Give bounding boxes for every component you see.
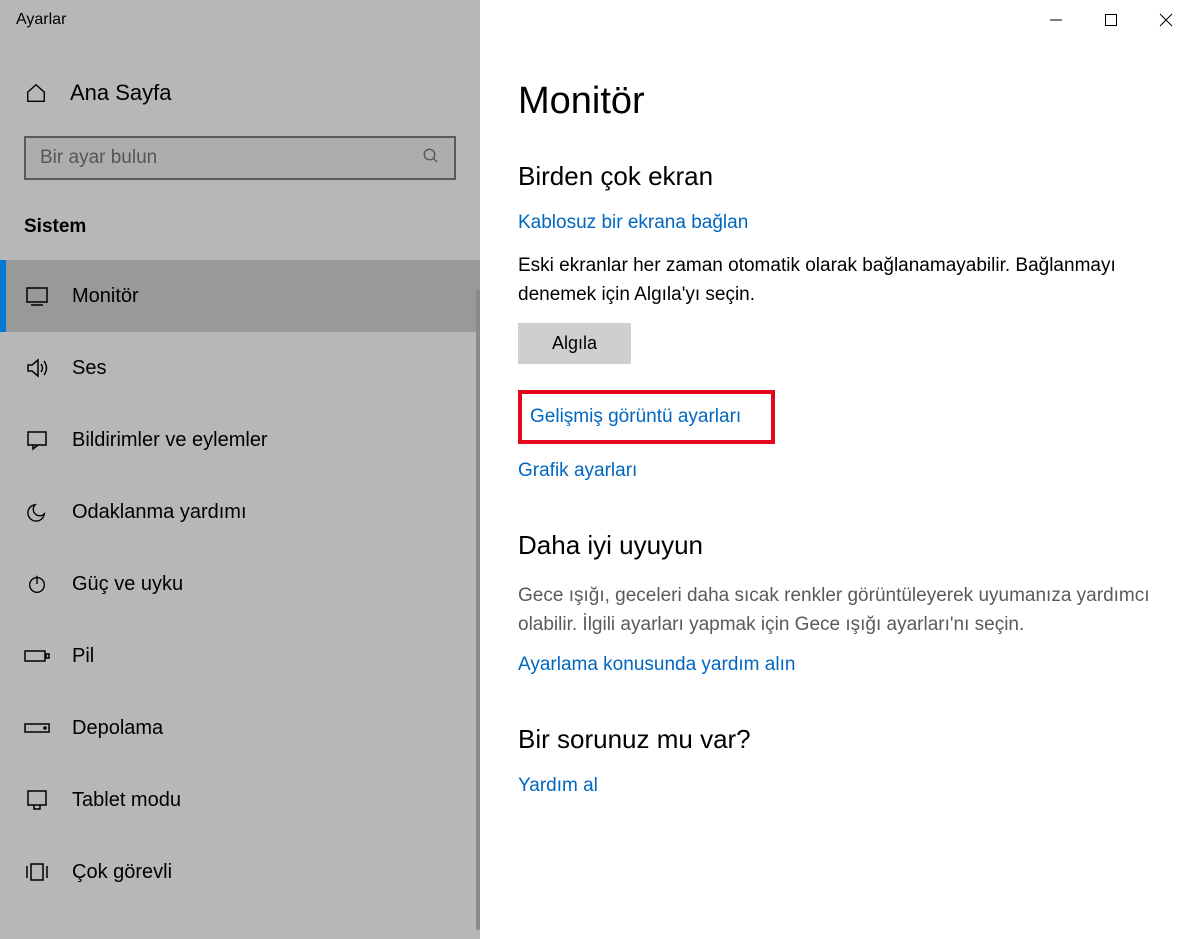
sidebar-item-label: Monitör [72,285,139,308]
search-input[interactable]: Bir ayar bulun [24,136,456,180]
sidebar-item-label: Pil [72,645,94,668]
moon-icon [24,499,50,525]
monitor-icon [24,283,50,309]
sleep-help-link[interactable]: Ayarlama konusunda yardım alın [518,654,795,676]
maximize-icon [1104,13,1118,27]
wireless-display-link[interactable]: Kablosuz bir ekrana bağlan [518,212,748,234]
window-controls [1028,0,1193,40]
minimize-icon [1049,13,1063,27]
titlebar: Ayarlar [0,0,1193,40]
settings-window: Ayarlar Ana Sayfa Bir ayar bulun [0,0,1193,939]
sidebar-item-label: Odaklanma yardımı [72,501,247,524]
sidebar-item-label: Tablet modu [72,789,181,812]
sidebar-item-focus-assist[interactable]: Odaklanma yardımı [0,476,480,548]
sidebar-item-notifications[interactable]: Bildirimler ve eylemler [0,404,480,476]
sound-icon [24,355,50,381]
minimize-button[interactable] [1028,0,1083,40]
sleep-better-text: Gece ışığı, geceleri daha sıcak renkler … [518,581,1163,640]
sidebar-item-power[interactable]: Güç ve uyku [0,548,480,620]
sidebar-item-label: Çok görevli [72,861,172,884]
power-icon [24,571,50,597]
section-label: Sistem [0,200,480,260]
content-area: Ana Sayfa Bir ayar bulun Sistem Monitör [0,40,1193,939]
sidebar-item-label: Ses [72,357,106,380]
section-heading-question: Bir sorunuz mu var? [518,724,1163,755]
tablet-icon [24,787,50,813]
sidebar-item-multitask[interactable]: Çok görevli [0,836,480,908]
close-button[interactable] [1138,0,1193,40]
section-heading-sleep-better: Daha iyi uyuyun [518,530,1163,561]
sidebar-item-battery[interactable]: Pil [0,620,480,692]
sidebar-item-label: Güç ve uyku [72,573,183,596]
maximize-button[interactable] [1083,0,1138,40]
main-panel: Monitör Birden çok ekran Kablosuz bir ek… [480,40,1193,939]
storage-icon [24,715,50,741]
sidebar-item-monitor[interactable]: Monitör [0,260,480,332]
sidebar-item-storage[interactable]: Depolama [0,692,480,764]
close-icon [1159,13,1173,27]
sidebar: Ana Sayfa Bir ayar bulun Sistem Monitör [0,40,480,939]
notifications-icon [24,427,50,453]
detect-button[interactable]: Algıla [518,323,631,364]
home-label: Ana Sayfa [70,80,172,106]
sidebar-item-label: Depolama [72,717,163,740]
search-placeholder: Bir ayar bulun [40,147,157,169]
page-title: Monitör [518,80,1163,123]
multitask-icon [24,859,50,885]
advanced-display-link[interactable]: Gelişmiş görüntü ayarları [530,406,741,428]
sidebar-item-tablet[interactable]: Tablet modu [0,764,480,836]
home-link[interactable]: Ana Sayfa [0,70,480,126]
legacy-display-text: Eski ekranlar her zaman otomatik olarak … [518,252,1163,309]
graphics-settings-link[interactable]: Grafik ayarları [518,460,637,482]
sidebar-scrollbar[interactable] [476,290,480,930]
section-heading-multi-display: Birden çok ekran [518,161,1163,192]
home-icon [24,81,48,105]
battery-icon [24,643,50,669]
search-icon [422,147,440,169]
sidebar-item-label: Bildirimler ve eylemler [72,429,268,452]
get-help-link[interactable]: Yardım al [518,775,598,797]
window-title: Ayarlar [0,11,66,29]
highlight-box: Gelişmiş görüntü ayarları [518,390,775,444]
sidebar-item-sound[interactable]: Ses [0,332,480,404]
